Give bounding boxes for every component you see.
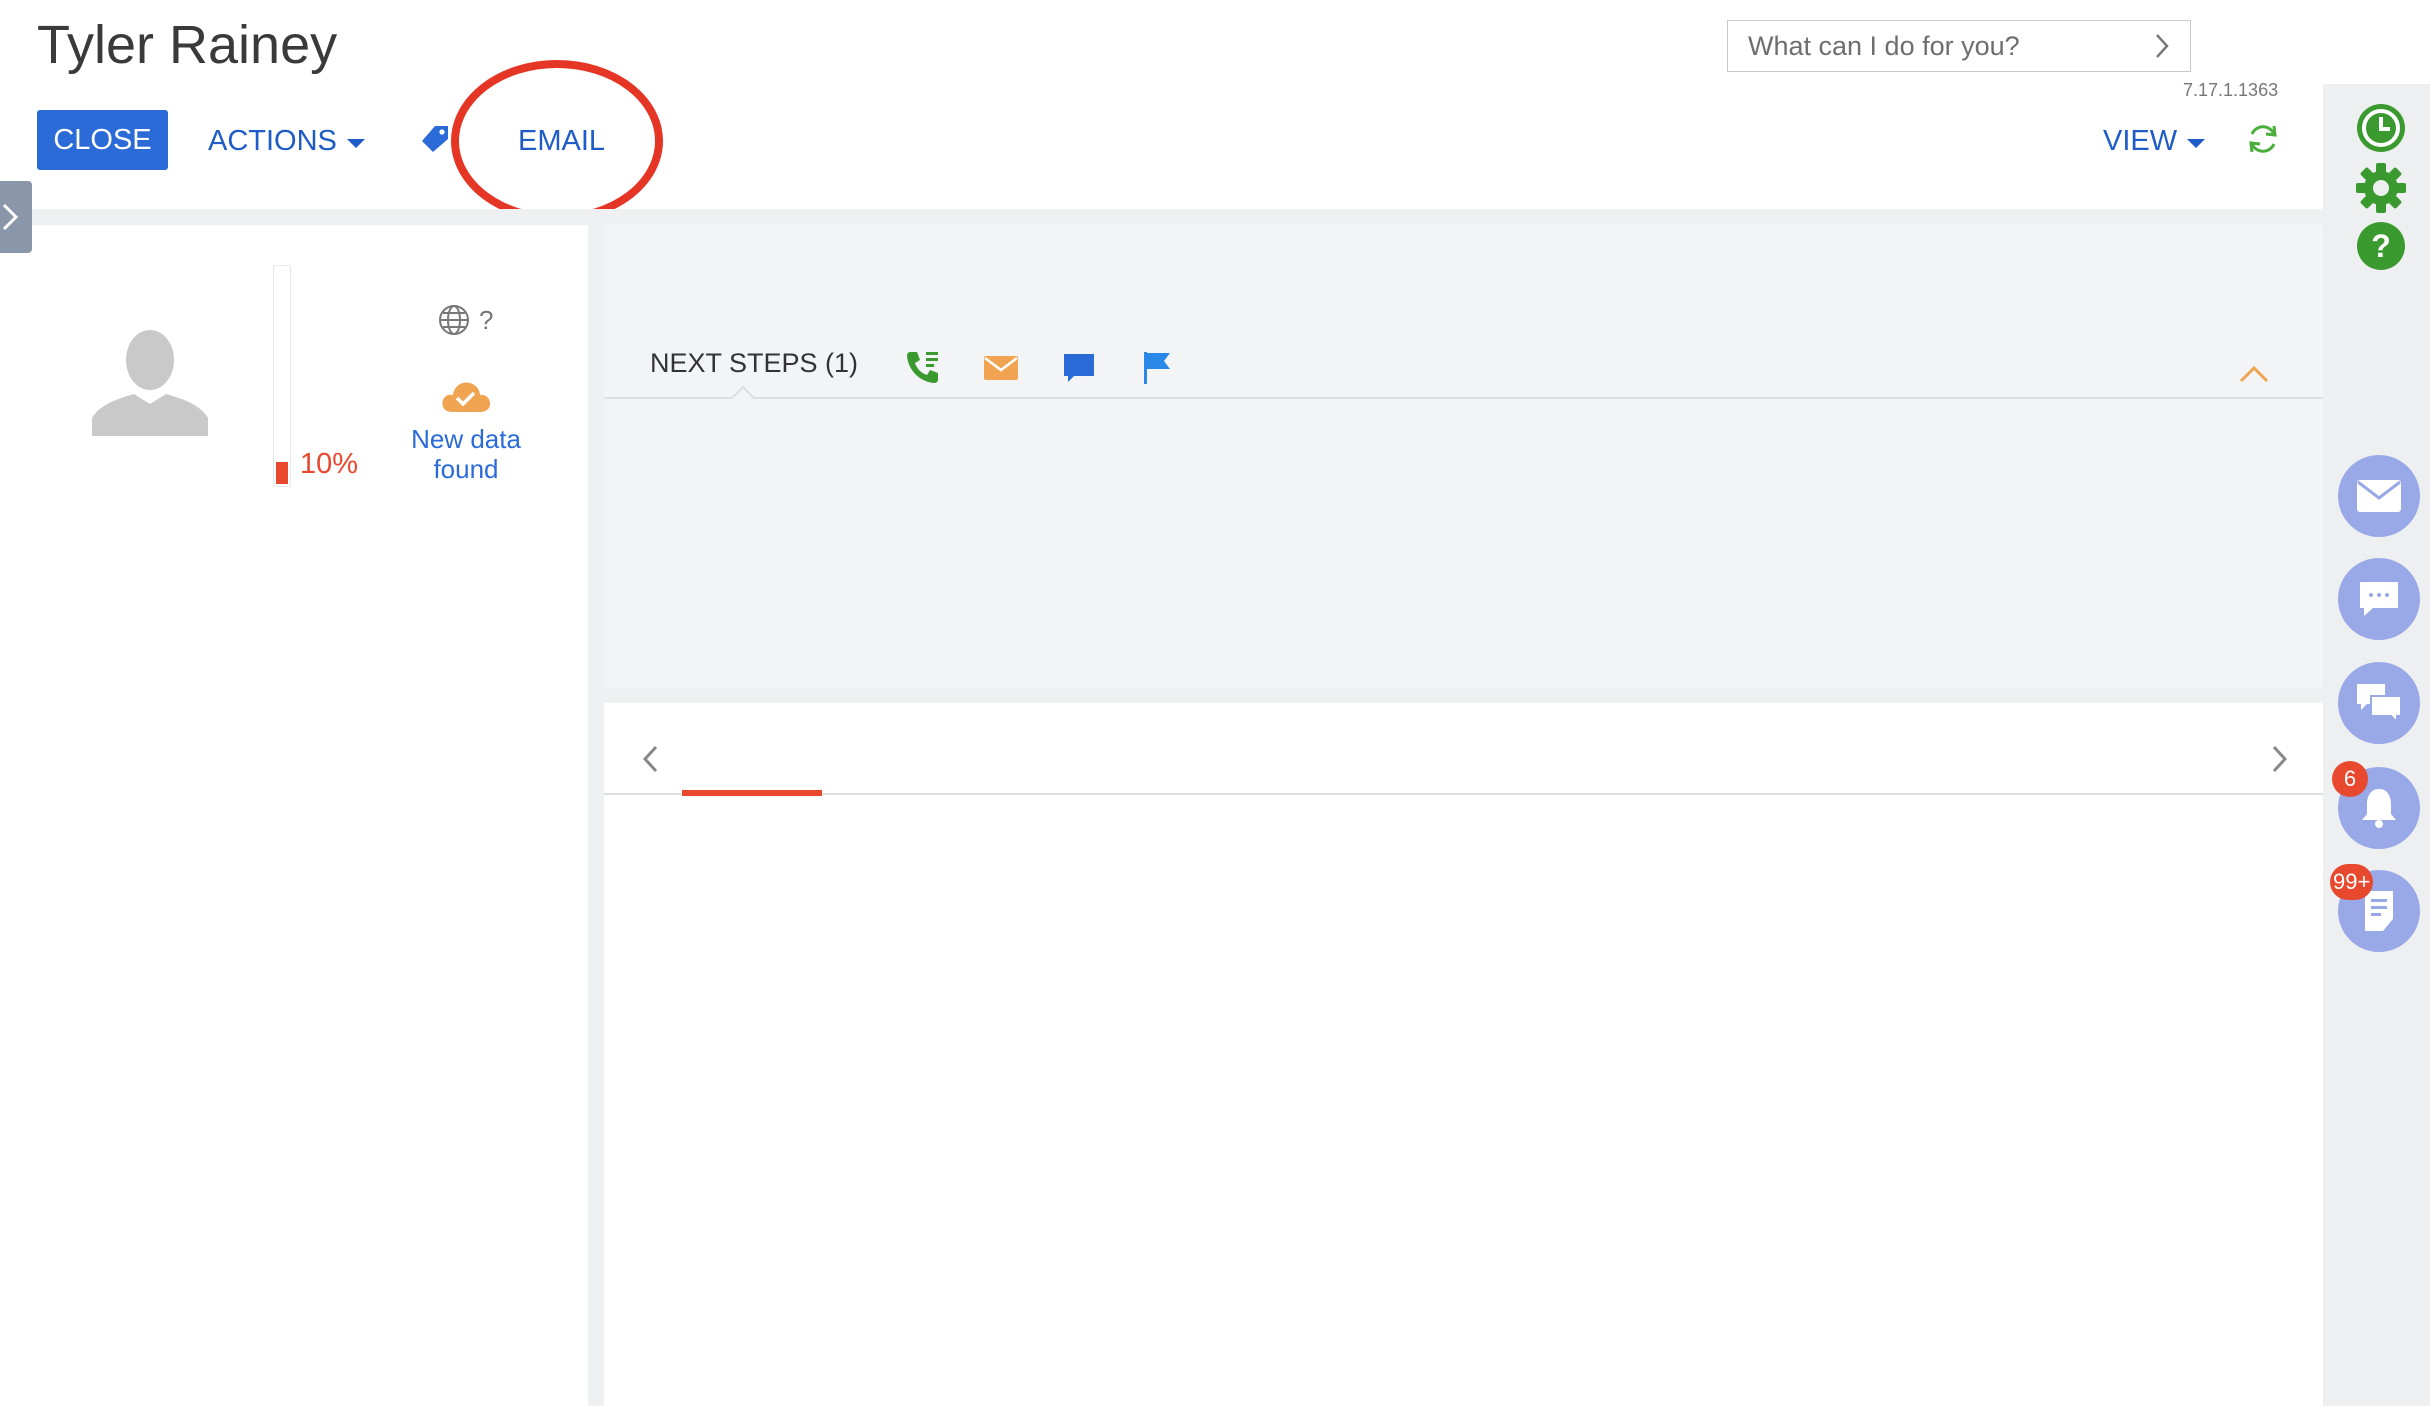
next-steps-title[interactable]: NEXT STEPS (1) xyxy=(650,348,858,379)
globe-icon xyxy=(439,305,469,335)
page-title: Tyler Rainey xyxy=(37,15,338,75)
chat-rail-button[interactable] xyxy=(2338,662,2420,744)
panel-gap xyxy=(604,687,2323,703)
refresh-icon[interactable] xyxy=(2244,120,2282,163)
close-button[interactable]: CLOSE xyxy=(37,110,168,170)
chevron-down-icon xyxy=(2187,138,2206,148)
cloud-check-icon[interactable] xyxy=(440,378,492,419)
svg-text:?: ? xyxy=(2371,228,2391,264)
chevron-right-icon[interactable] xyxy=(2268,744,2290,779)
new-data-link[interactable]: New data found xyxy=(400,424,532,484)
chat-icon xyxy=(2357,684,2402,724)
expand-sidebar-tab[interactable] xyxy=(0,181,32,253)
flag-icon[interactable] xyxy=(1138,348,1176,391)
notifications-badge: 6 xyxy=(2332,761,2368,797)
mail-icon xyxy=(2357,480,2401,512)
feed-badge: 99+ xyxy=(2330,864,2374,900)
version-label: 7.17.1.1363 xyxy=(2183,80,2279,100)
view-menu-button[interactable]: VIEW xyxy=(2103,118,2206,164)
header-divider xyxy=(0,209,2323,225)
chevron-right-icon xyxy=(2,203,19,231)
gear-icon[interactable] xyxy=(2355,162,2407,219)
help-icon[interactable]: ? xyxy=(2355,220,2407,277)
search-placeholder: What can I do for you? xyxy=(1748,30,2020,61)
call-icon[interactable] xyxy=(904,348,942,391)
profile-completeness-value: 10% xyxy=(300,448,359,480)
clock-icon[interactable] xyxy=(2355,102,2407,159)
mail-rail-button[interactable] xyxy=(2338,455,2420,537)
highlight-circle xyxy=(451,60,663,222)
active-tab-indicator[interactable] xyxy=(682,790,822,796)
actions-label: ACTIONS xyxy=(208,124,337,157)
chevron-up-icon[interactable] xyxy=(2238,364,2270,389)
tabs-panel xyxy=(604,703,2323,1406)
chevron-down-icon xyxy=(346,138,365,148)
web-status[interactable]: ? xyxy=(437,303,493,337)
right-rail xyxy=(2323,84,2430,1406)
comment-rail-button[interactable] xyxy=(2338,558,2420,640)
meter-fill xyxy=(276,462,288,484)
view-label: VIEW xyxy=(2103,124,2178,157)
panel-separator xyxy=(588,225,604,1406)
command-search-input[interactable]: What can I do for you? xyxy=(1727,20,2191,72)
chevron-left-icon[interactable] xyxy=(640,744,662,779)
bell-icon xyxy=(2362,789,2396,828)
chat-icon[interactable] xyxy=(1060,348,1098,391)
avatar[interactable] xyxy=(92,326,208,441)
actions-menu-button[interactable]: ACTIONS xyxy=(208,118,365,164)
tabs-divider xyxy=(604,793,2323,795)
next-steps-divider xyxy=(604,397,2323,399)
tag-icon[interactable] xyxy=(420,124,450,159)
profile-completeness-meter xyxy=(273,265,291,487)
profile-panel xyxy=(0,225,588,1406)
email-icon[interactable] xyxy=(982,348,1020,391)
web-status-value: ? xyxy=(479,304,494,335)
comment-icon xyxy=(2360,582,2398,616)
next-steps-panel xyxy=(604,225,2323,687)
chevron-right-icon xyxy=(2156,34,2169,58)
